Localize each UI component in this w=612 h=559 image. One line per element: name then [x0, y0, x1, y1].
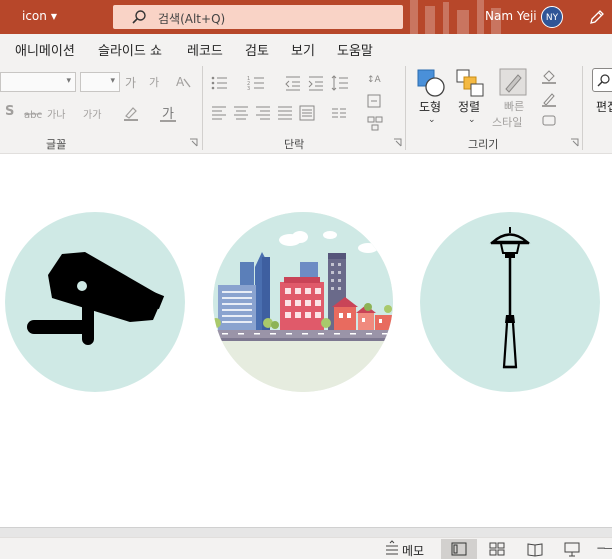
pen-icon[interactable] — [588, 8, 606, 26]
document-name: icon — [22, 9, 47, 23]
search-box[interactable]: 검색(Alt+Q) — [113, 5, 403, 29]
slide-content — [5, 212, 600, 401]
align-right-icon[interactable] — [254, 104, 272, 122]
shapes-label[interactable]: 도형 — [419, 98, 441, 115]
chevron-down-icon: ▾ — [110, 76, 115, 86]
font-size-combo[interactable]: ▾ — [80, 72, 120, 92]
smartart-icon[interactable] — [366, 114, 384, 132]
arrange-label[interactable]: 정렬 — [458, 98, 480, 115]
svg-text:abc: abc — [24, 110, 42, 121]
chevron-down-icon: ⌄ — [428, 115, 436, 125]
reading-view-icon[interactable] — [527, 540, 543, 558]
shape-fill-icon[interactable] — [540, 67, 558, 85]
tab-animations[interactable]: 애니메이션 — [15, 40, 75, 59]
distributed-icon[interactable] — [298, 104, 316, 122]
normal-view-button[interactable] — [441, 539, 477, 559]
svg-text:A: A — [176, 75, 185, 89]
tab-slideshow[interactable]: 슬라이드 쇼 — [98, 40, 162, 59]
find-button[interactable] — [592, 68, 612, 92]
svg-text:3: 3 — [247, 86, 250, 92]
char-spacing-button[interactable]: 가나 — [47, 106, 65, 121]
status-bar: 메모 − — [0, 537, 612, 559]
shadow-button[interactable]: S — [5, 104, 14, 119]
tab-help[interactable]: 도움말 — [337, 40, 373, 59]
decrease-indent-icon[interactable] — [284, 74, 302, 92]
shape-outline-icon[interactable] — [540, 90, 558, 108]
surveillance-camera-icon[interactable] — [5, 212, 185, 392]
normal-view-icon — [451, 542, 467, 556]
slide-sorter-icon[interactable] — [489, 540, 505, 558]
dialog-launcher-icon[interactable] — [393, 138, 402, 147]
quick-styles-label-2[interactable]: 스타일 — [492, 114, 522, 130]
line-spacing-icon[interactable] — [331, 74, 349, 92]
chevron-down-icon: ⌄ — [468, 115, 476, 125]
paragraph-group-label: 단락 — [284, 138, 305, 151]
increase-indent-icon[interactable] — [307, 74, 325, 92]
drawing-group-label: 그리기 — [468, 138, 499, 151]
grow-font-button[interactable]: 가 — [125, 74, 136, 91]
strikethrough-icon[interactable]: abc — [24, 105, 42, 123]
ribbon: ▾ ▾ 가 가 A S abc 가나 가가 가 글꼴 1 2 3 ↕A 단락 도… — [0, 62, 612, 154]
text-direction-icon[interactable]: ↕A — [366, 70, 384, 88]
search-placeholder: 검색(Alt+Q) — [158, 12, 226, 26]
quick-styles-label-1[interactable]: 빠른 — [504, 98, 524, 114]
bullets-icon[interactable] — [210, 74, 228, 92]
highlight-icon[interactable] — [122, 104, 140, 122]
align-left-icon[interactable] — [210, 104, 228, 122]
font-name-combo[interactable]: ▾ — [0, 72, 76, 92]
chevron-down-icon: ▼ — [50, 12, 58, 21]
search-icon — [597, 74, 610, 87]
group-divider — [405, 66, 406, 150]
shrink-font-button[interactable]: 가 — [149, 74, 159, 90]
arrange-icon[interactable] — [455, 68, 485, 98]
chevron-down-icon: ▾ — [66, 76, 71, 86]
title-bar: icon ▼ 검색(Alt+Q) Nam Yeji NY — [0, 0, 612, 34]
align-center-icon[interactable] — [232, 104, 250, 122]
font-group-label: 글꼴 — [46, 138, 67, 151]
editing-label[interactable]: 편집 — [596, 98, 612, 115]
slide-canvas[interactable] — [0, 155, 612, 527]
user-name[interactable]: Nam Yeji — [485, 9, 537, 23]
justify-icon[interactable] — [276, 104, 294, 122]
tab-record[interactable]: 레코드 — [187, 40, 223, 59]
avatar[interactable]: NY — [541, 6, 563, 28]
tab-view[interactable]: 보기 — [291, 40, 315, 59]
group-divider — [202, 66, 203, 150]
numbering-icon[interactable]: 1 2 3 — [247, 74, 265, 92]
group-divider — [582, 66, 583, 150]
shapes-icon[interactable] — [416, 68, 446, 98]
clear-format-icon[interactable]: A — [174, 73, 192, 91]
notes-button[interactable]: 메모 — [402, 542, 424, 559]
shape-effects-icon[interactable] — [540, 111, 558, 129]
slideshow-icon[interactable] — [564, 540, 580, 558]
dialog-launcher-icon[interactable] — [570, 138, 579, 147]
align-text-icon[interactable] — [366, 92, 384, 110]
street-lamp-icon[interactable] — [420, 212, 600, 392]
dialog-launcher-icon[interactable] — [189, 138, 198, 147]
quick-styles-icon[interactable] — [498, 67, 528, 97]
font-color-bar — [160, 120, 176, 122]
columns-icon[interactable] — [330, 104, 348, 122]
city-skyline-icon[interactable] — [211, 212, 393, 401]
document-name-menu[interactable]: icon ▼ — [22, 9, 57, 23]
change-case-button[interactable]: 가가 — [83, 106, 101, 121]
svg-text:↕A: ↕A — [367, 75, 382, 85]
horizontal-scrollbar[interactable] — [0, 527, 612, 537]
search-icon — [132, 10, 146, 24]
zoom-slider[interactable] — [604, 548, 612, 549]
tab-review[interactable]: 검토 — [245, 40, 269, 59]
menu-bar: 애니메이션 슬라이드 쇼 레코드 검토 보기 도움말 — [0, 34, 612, 62]
notes-icon[interactable] — [384, 540, 400, 558]
